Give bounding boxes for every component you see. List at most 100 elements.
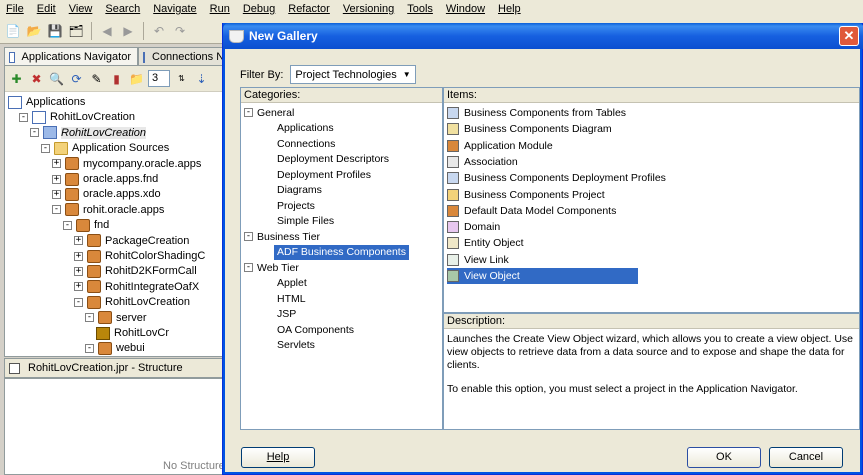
category-item[interactable]: - Web Tier: [244, 260, 299, 275]
gallery-item[interactable]: Business Components Diagram: [447, 121, 615, 137]
edit-icon[interactable]: ✎: [88, 70, 105, 88]
tree-item[interactable]: Applications: [8, 94, 85, 110]
category-item[interactable]: ADF Business Components: [274, 244, 409, 260]
gallery-item[interactable]: View Link: [447, 252, 512, 268]
category-item[interactable]: Applet: [277, 276, 307, 291]
menu-debug[interactable]: Debug: [243, 3, 275, 15]
sort-icon[interactable]: ⇣: [193, 70, 210, 88]
menu-tools[interactable]: Tools: [407, 3, 433, 15]
new-icon[interactable]: 📄: [4, 22, 22, 40]
expand-icon[interactable]: +: [74, 251, 83, 261]
gallery-item[interactable]: View Object: [447, 268, 638, 284]
gallery-item[interactable]: Association: [447, 154, 521, 170]
gallery-item[interactable]: Default Data Model Components: [447, 203, 619, 219]
menu-file[interactable]: File: [6, 3, 24, 15]
collapse-icon[interactable]: -: [244, 263, 253, 272]
menu-help[interactable]: Help: [498, 3, 521, 15]
save-icon[interactable]: 💾: [46, 22, 64, 40]
category-item[interactable]: - General: [244, 105, 294, 120]
collapse-icon[interactable]: -: [74, 297, 83, 307]
tab-applications-navigator[interactable]: Applications Navigator: [4, 47, 138, 65]
gallery-item[interactable]: Business Components from Tables: [447, 105, 629, 121]
category-item[interactable]: JSP: [277, 307, 296, 322]
tree-item[interactable]: - RohitLovCreation: [74, 294, 190, 310]
tree-item[interactable]: - RohitLovCreation: [30, 125, 146, 141]
tree-item[interactable]: + mycompany.oracle.apps: [52, 156, 201, 172]
forward-icon[interactable]: ▶: [119, 22, 137, 40]
expand-icon[interactable]: +: [74, 266, 83, 276]
gallery-item[interactable]: Domain: [447, 219, 503, 235]
category-item[interactable]: HTML: [277, 291, 306, 306]
gallery-item[interactable]: Business Components Deployment Profiles: [447, 170, 669, 186]
tab-connections-navigator[interactable]: Connections N: [138, 47, 224, 65]
filter-combo[interactable]: Project Technologies ▼: [290, 65, 416, 84]
menu-navigate[interactable]: Navigate: [153, 3, 196, 15]
collapse-icon[interactable]: -: [244, 108, 253, 117]
collapse-icon[interactable]: -: [244, 232, 253, 241]
redo-icon[interactable]: ↷: [171, 22, 189, 40]
tree-item[interactable]: - rohit.oracle.apps: [52, 202, 164, 218]
category-item[interactable]: Simple Files: [277, 214, 334, 229]
remove-icon[interactable]: ✖: [28, 70, 45, 88]
category-item[interactable]: Deployment Descriptors: [277, 152, 389, 167]
expand-icon[interactable]: +: [74, 282, 83, 292]
collapse-icon[interactable]: -: [52, 205, 61, 215]
tree-item[interactable]: - RohitLovCreation: [19, 109, 135, 125]
menu-search[interactable]: Search: [105, 3, 140, 15]
expand-icon[interactable]: +: [52, 159, 61, 169]
close-icon[interactable]: ✕: [839, 26, 859, 46]
menu-versioning[interactable]: Versioning: [343, 3, 394, 15]
category-item[interactable]: Applications: [277, 121, 334, 136]
category-item[interactable]: Connections: [277, 136, 335, 151]
expand-icon[interactable]: +: [52, 189, 61, 199]
tree-item[interactable]: + RohitIntegrateOafX: [74, 279, 199, 295]
tree-item[interactable]: - fnd: [63, 217, 109, 233]
menu-run[interactable]: Run: [210, 3, 230, 15]
collapse-icon[interactable]: -: [19, 112, 28, 122]
menu-refactor[interactable]: Refactor: [288, 3, 330, 15]
ok-button[interactable]: OK: [687, 447, 761, 468]
tree-item[interactable]: - server: [85, 310, 147, 326]
folder-icon[interactable]: 📁: [128, 70, 145, 88]
tree-item[interactable]: + PackageCreation: [74, 233, 189, 249]
refresh-icon[interactable]: ⟳: [68, 70, 85, 88]
add-icon[interactable]: ✚: [8, 70, 25, 88]
save-all-icon[interactable]: 🗂: [67, 22, 85, 40]
open-icon[interactable]: 📂: [25, 22, 43, 40]
collapse-icon[interactable]: -: [63, 220, 72, 230]
category-item[interactable]: Projects: [277, 198, 315, 213]
gallery-item[interactable]: Business Components Project: [447, 187, 608, 203]
category-item[interactable]: Servlets: [277, 338, 315, 353]
tree-item[interactable]: - webui: [85, 340, 145, 356]
chart-icon[interactable]: ▮: [108, 70, 125, 88]
tree-item[interactable]: + oracle.apps.xdo: [52, 186, 161, 202]
level-spinner[interactable]: 3: [148, 70, 170, 87]
back-icon[interactable]: ◀: [98, 22, 116, 40]
search-icon[interactable]: 🔍: [48, 70, 65, 88]
expand-icon[interactable]: +: [74, 236, 83, 246]
category-item[interactable]: Diagrams: [277, 183, 322, 198]
category-item[interactable]: Deployment Profiles: [277, 167, 371, 182]
gallery-item[interactable]: Application Module: [447, 138, 556, 154]
category-item[interactable]: - Business Tier: [244, 229, 320, 244]
structure-tab[interactable]: RohitLovCreation.jpr - Structure: [4, 358, 224, 378]
tree-item[interactable]: + RohitD2KFormCall: [74, 263, 197, 279]
spinner-arrows-icon[interactable]: ⇅: [173, 70, 190, 88]
menu-view[interactable]: View: [69, 3, 93, 15]
tree-item[interactable]: RohitLovCr: [96, 325, 169, 341]
tree-item[interactable]: - Application Sources: [41, 140, 169, 156]
menu-edit[interactable]: Edit: [37, 3, 56, 15]
gallery-item[interactable]: Entity Object: [447, 235, 527, 251]
collapse-icon[interactable]: -: [85, 343, 94, 353]
tree-item[interactable]: + oracle.apps.fnd: [52, 171, 158, 187]
menu-window[interactable]: Window: [446, 3, 485, 15]
collapse-icon[interactable]: -: [85, 313, 94, 323]
dialog-titlebar[interactable]: New Gallery ✕: [223, 23, 863, 49]
category-item[interactable]: OA Components: [277, 322, 354, 337]
cancel-button[interactable]: Cancel: [769, 447, 843, 468]
undo-icon[interactable]: ↶: [150, 22, 168, 40]
collapse-icon[interactable]: -: [30, 128, 39, 138]
help-button[interactable]: Help: [241, 447, 315, 468]
collapse-icon[interactable]: -: [41, 143, 50, 153]
expand-icon[interactable]: +: [52, 174, 61, 184]
